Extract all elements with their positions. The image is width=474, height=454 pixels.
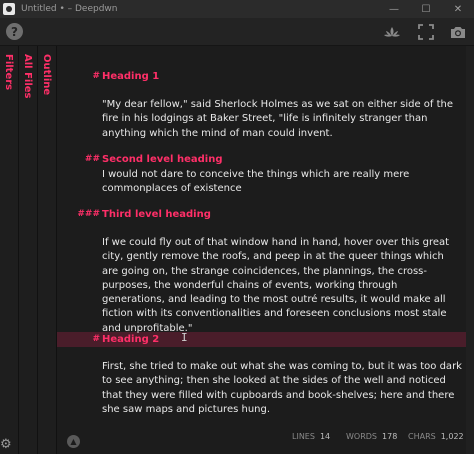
chars-label: CHARS: [408, 432, 436, 441]
words-value: 178: [382, 432, 398, 441]
close-button[interactable]: ✕: [442, 0, 474, 18]
heading-2[interactable]: Heading 2: [102, 334, 159, 345]
tab-all-files-label: All Files: [22, 54, 33, 99]
tab-filters-label: Filters: [3, 54, 14, 91]
heading-1[interactable]: Heading 1: [102, 71, 159, 82]
words-label: WORDS: [346, 432, 378, 441]
lotus-icon[interactable]: [384, 24, 400, 40]
heading-second-level[interactable]: Second level heading: [102, 154, 222, 165]
window-title: Untitled • – Deepdwn: [21, 4, 118, 14]
tab-filters[interactable]: Filters: [0, 46, 19, 454]
text-cursor-icon: I: [181, 331, 188, 344]
paragraph[interactable]: First, she tried to make out what she wa…: [102, 360, 462, 417]
tab-outline[interactable]: Outline: [38, 46, 57, 454]
camera-icon[interactable]: [450, 24, 466, 40]
lines-value: 14: [319, 432, 331, 441]
minimize-button[interactable]: —: [378, 0, 410, 18]
help-icon[interactable]: ?: [6, 23, 23, 40]
chars-value: 1,022: [440, 432, 464, 441]
tab-all-files[interactable]: All Files: [19, 46, 38, 454]
heading-marker: ##: [84, 154, 100, 164]
maximize-button[interactable]: ☐: [410, 0, 442, 18]
fullscreen-icon[interactable]: [418, 24, 434, 40]
paragraph[interactable]: If we could fly out of that window hand …: [102, 236, 462, 336]
char-count: CHARS 1,022: [408, 432, 464, 441]
heading-marker: ###: [77, 209, 100, 219]
heading-marker: #: [92, 71, 100, 81]
paragraph[interactable]: "My dear fellow," said Sherlock Holmes a…: [102, 98, 462, 141]
title-bar: Untitled • – Deepdwn — ☐ ✕: [0, 0, 474, 18]
scrollbar[interactable]: [466, 46, 474, 454]
line-count: LINES 14: [292, 432, 330, 441]
tab-outline-label: Outline: [41, 54, 52, 96]
word-count: WORDS 178: [346, 432, 397, 441]
sidebar-tabs: Filters All Files Outline: [0, 46, 57, 454]
window-controls: — ☐ ✕: [378, 0, 474, 18]
status-bar: LINES 14 WORDS 178 CHARS 1,022: [57, 428, 466, 448]
settings-gear-icon[interactable]: ⚙: [0, 438, 14, 452]
toolbar: ?: [0, 18, 474, 46]
editor-pane[interactable]: # Heading 1 "My dear fellow," said Sherl…: [57, 46, 466, 454]
lines-label: LINES: [292, 432, 315, 441]
paragraph[interactable]: I would not dare to conceive the things …: [102, 168, 462, 197]
heading-marker: #: [92, 334, 100, 344]
heading-third-level[interactable]: Third level heading: [102, 209, 211, 220]
app-logo-icon: [3, 3, 15, 15]
